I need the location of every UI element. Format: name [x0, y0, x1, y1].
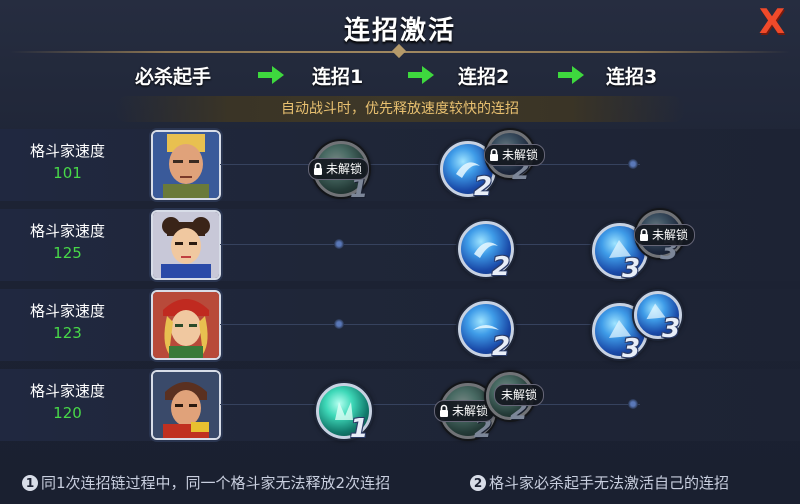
speed-label: 格斗家速度	[29, 302, 105, 320]
fighter-row: 格斗家速度 120 1 2 未解锁 2 未解锁	[0, 366, 800, 444]
lock-icon	[440, 404, 448, 417]
header-combo-2: 连招2	[458, 66, 510, 88]
panel-title: 连招激活	[343, 16, 456, 46]
fighter-row: 格斗家速度 123 2 3 3	[0, 286, 800, 364]
speed-label: 格斗家速度	[29, 222, 105, 240]
fighter-portrait-guile[interactable]	[151, 130, 221, 200]
lock-icon	[640, 228, 648, 241]
rule-note-1: 1 同1次连招链过程中，同一个格斗家无法释放2次连招	[22, 472, 390, 493]
combo-step-number: 2	[474, 172, 493, 202]
arrow-right-icon	[558, 66, 584, 84]
speed-value: 123	[53, 324, 82, 342]
fighter-portrait-ryu[interactable]	[151, 370, 221, 440]
arrow-right-icon	[408, 66, 434, 84]
header-combo-1: 连招1	[312, 66, 364, 88]
fighter-portrait-chun-li[interactable]	[151, 210, 221, 280]
header-combo-3: 连招3	[606, 66, 658, 88]
speed-value: 101	[53, 164, 82, 182]
fighter-row: 格斗家速度 101 1 未解锁 2 2 未解锁	[0, 126, 800, 204]
rule-note-2: 2 格斗家必杀起手无法激活自己的连招	[470, 472, 729, 493]
auto-battle-hint: 自动战斗时，优先释放速度较快的连招	[115, 96, 685, 122]
empty-slot	[334, 239, 344, 249]
speed-value: 120	[53, 404, 82, 422]
close-button[interactable]: X	[754, 4, 790, 40]
combo-activation-panel: 连招激活 X 必杀起手 连招1 连招2 连招3 自动战斗时，优先释放速度较快的连…	[0, 0, 800, 504]
speed-label: 格斗家速度	[29, 142, 105, 160]
header-finisher-start: 必杀起手	[135, 66, 212, 88]
empty-slot	[628, 399, 638, 409]
empty-slot	[628, 159, 638, 169]
combo-step-number: 2	[492, 332, 511, 362]
locked-badge: 未解锁	[308, 158, 370, 180]
locked-badge: 未解锁	[634, 224, 696, 246]
locked-badge: 未解锁	[494, 384, 545, 406]
lock-icon	[314, 162, 322, 175]
lock-icon	[490, 148, 498, 161]
combo-step-number: 3	[662, 314, 681, 344]
numbered-marker: 2	[470, 475, 486, 491]
combo-step-number: 3	[622, 254, 641, 284]
arrow-right-icon	[258, 66, 284, 84]
fighter-portrait-cammy[interactable]	[151, 290, 221, 360]
numbered-marker: 1	[22, 475, 38, 491]
combo-step-number: 3	[622, 334, 641, 364]
locked-badge: 未解锁	[484, 144, 546, 166]
combo-step-number: 1	[350, 414, 369, 444]
empty-slot	[334, 319, 344, 329]
combo-step-number: 2	[492, 252, 511, 282]
locked-badge: 未解锁	[434, 400, 496, 422]
fighter-row: 格斗家速度 125 2 3 3 未解锁	[0, 206, 800, 284]
speed-value: 125	[53, 244, 82, 262]
speed-label: 格斗家速度	[29, 382, 105, 400]
